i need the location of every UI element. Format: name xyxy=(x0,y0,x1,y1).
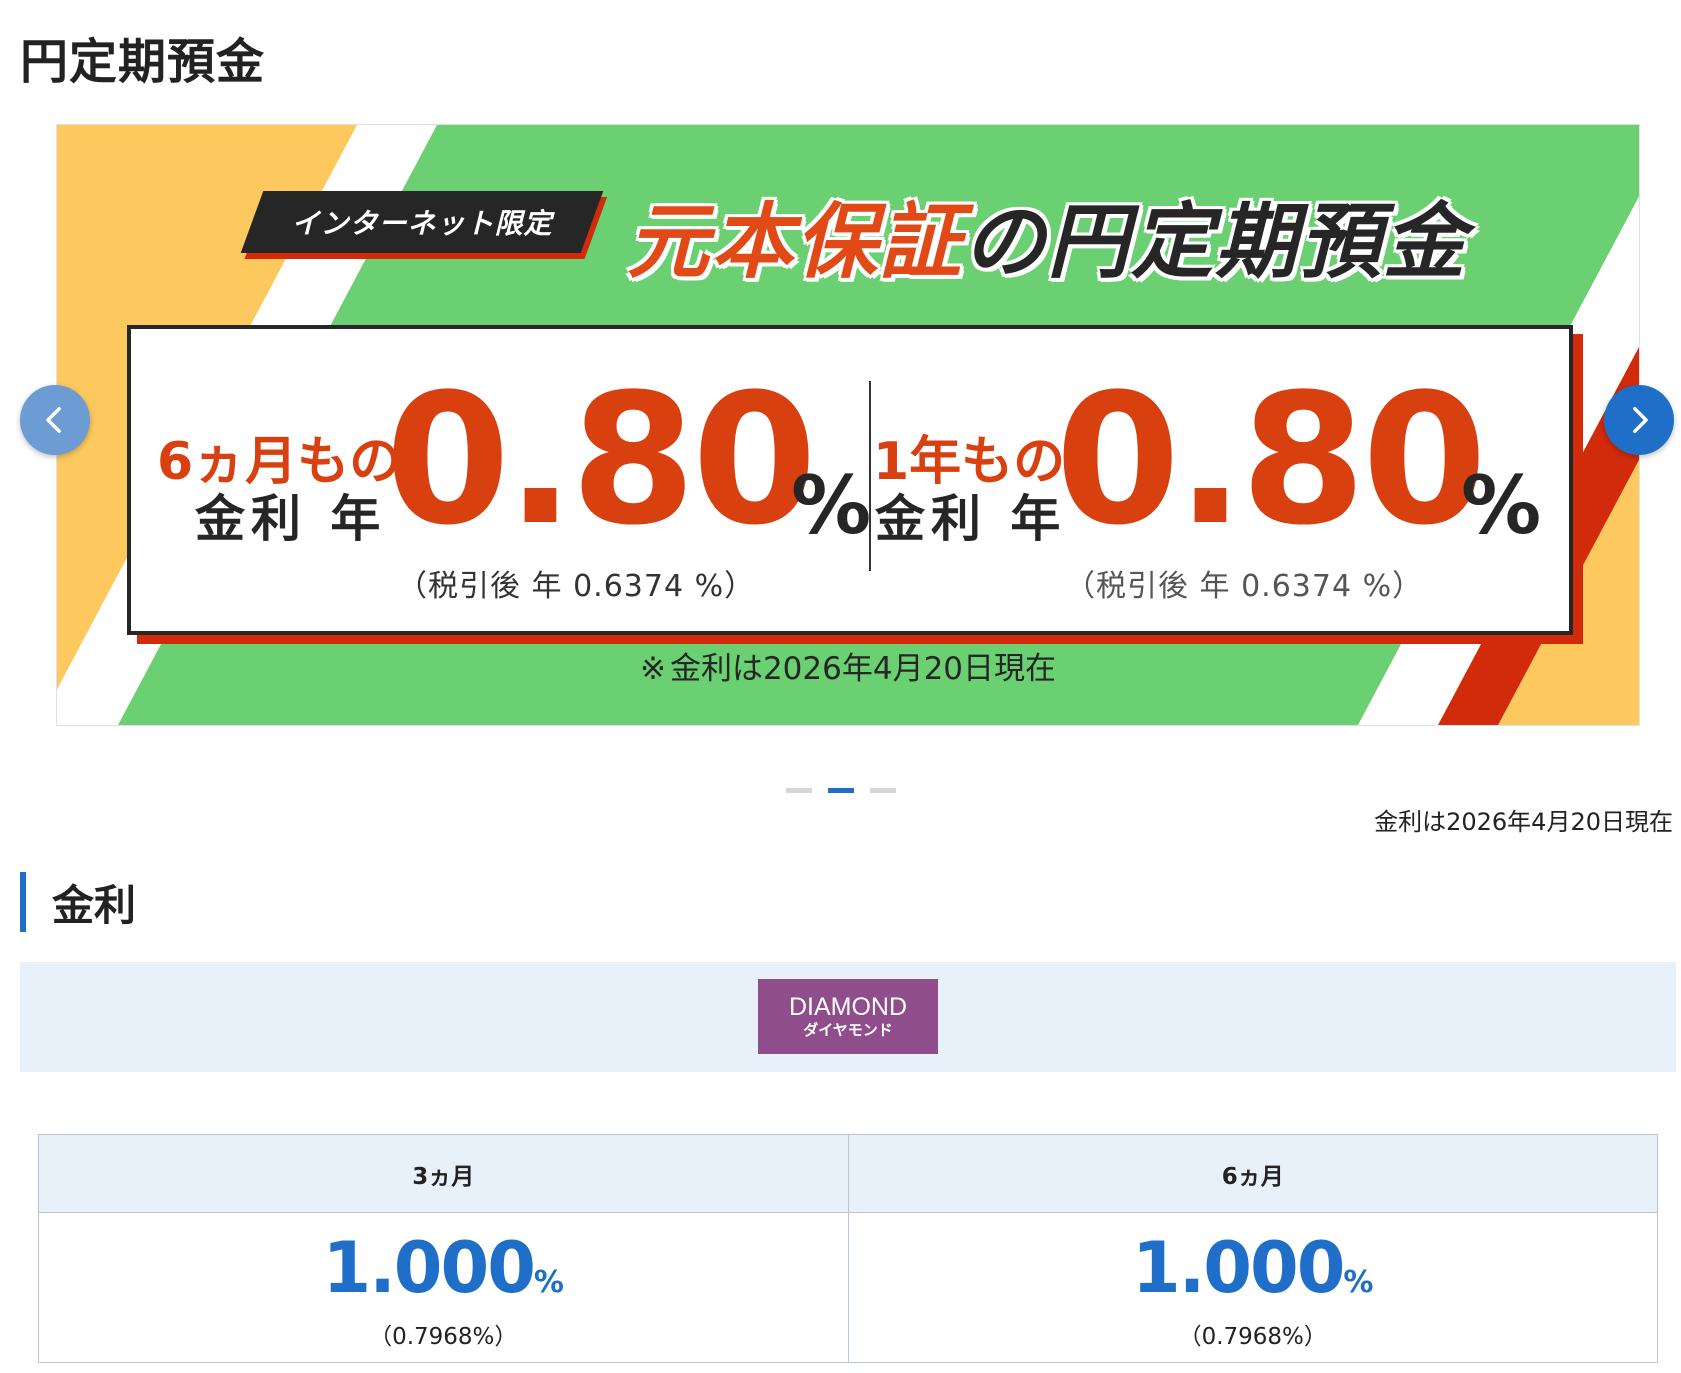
table-row: 1.000% （0.7968%） 1.000% （0.7968%） xyxy=(38,1212,1658,1363)
rate-value: 1.000 xyxy=(322,1227,536,1309)
header-6-months: 6ヵ月 xyxy=(847,1134,1658,1213)
diamond-plan-badge: DIAMOND ダイヤモンド xyxy=(758,979,938,1054)
chevron-left-icon xyxy=(46,406,61,434)
offer-rate-label: 金利 年 xyxy=(195,490,387,548)
offer-6-month: 6ヵ月もの 金利 年 0.80 % （税引後 年 0.6374 %） xyxy=(157,329,871,631)
header-3-months: 3ヵ月 xyxy=(38,1134,849,1213)
headline-yen-time-deposit: の円定期預金 xyxy=(963,195,1467,290)
chevron-right-icon xyxy=(1633,406,1648,434)
section-accent-bar xyxy=(20,872,26,932)
offer-after-tax: （税引後 年 0.6374 %） xyxy=(1065,569,1424,604)
rate-table-header-row: 3ヵ月 6ヵ月 xyxy=(38,1134,1658,1213)
offer-after-tax: （税引後 年 0.6374 %） xyxy=(397,569,756,604)
rate-cell-6-months: 1.000% （0.7968%） xyxy=(847,1212,1658,1363)
section-title: 金利 xyxy=(52,880,137,930)
carousel-prev-button[interactable] xyxy=(20,385,90,455)
note-mark: ※ xyxy=(639,651,666,687)
rate-after-tax: （0.7968%） xyxy=(369,1324,518,1350)
rate-value: 1.000 xyxy=(1132,1227,1345,1309)
promo-carousel: インターネット限定 元本保証の円定期預金 6ヵ月もの 金利 年 0.80 % （… xyxy=(0,120,1681,740)
promo-banner[interactable]: インターネット限定 元本保証の円定期預金 6ヵ月もの 金利 年 0.80 % （… xyxy=(56,124,1640,726)
internet-only-tag: インターネット限定 xyxy=(240,191,604,253)
plan-name-ja: ダイヤモンド xyxy=(803,1021,893,1039)
rate-table: 3ヵ月 6ヵ月 1.000% （0.7968%） 1.000% （0.7968%… xyxy=(38,1134,1658,1363)
banner-rate-note: ※ 金利は2026年4月20日現在 xyxy=(57,643,1639,688)
carousel-dot-2[interactable] xyxy=(827,788,854,793)
offer-rate-label: 金利 年 xyxy=(875,490,1067,548)
carousel-dot-3[interactable] xyxy=(869,788,896,793)
plan-band: DIAMOND ダイヤモンド xyxy=(20,962,1676,1072)
internet-only-tag-label: インターネット限定 xyxy=(291,207,553,240)
carousel-dot-1[interactable] xyxy=(785,788,812,793)
page-title: 円定期預金 xyxy=(20,34,266,90)
banner-note-text: 金利は2026年4月20日現在 xyxy=(669,651,1057,687)
offer-rate-unit: % xyxy=(791,459,872,552)
rate-after-tax: （0.7968%） xyxy=(1178,1324,1327,1350)
rate-cell-3-months: 1.000% （0.7968%） xyxy=(38,1212,849,1363)
carousel-pagination xyxy=(0,788,1681,793)
section-heading: 金利 xyxy=(20,872,136,932)
rate-as-of-date: 金利は2026年4月20日現在 xyxy=(1374,808,1673,836)
rate-box: 6ヵ月もの 金利 年 0.80 % （税引後 年 0.6374 %） 1年もの … xyxy=(127,325,1573,635)
offer-rate-unit: % xyxy=(1461,459,1542,552)
banner-headline: 元本保証の円定期預金 xyxy=(627,175,1467,294)
rate-unit: % xyxy=(1343,1265,1374,1300)
offer-rate-value: 0.80 xyxy=(1055,356,1487,565)
plan-name-en: DIAMOND xyxy=(788,993,908,1021)
carousel-next-button[interactable] xyxy=(1604,385,1674,455)
rate-unit: % xyxy=(533,1265,564,1300)
offer-1-year: 1年もの 金利 年 0.80 % （税引後 年 0.6374 %） xyxy=(865,329,1565,631)
headline-principal-guarantee: 元本保証 xyxy=(627,195,963,290)
offer-rate-value: 0.80 xyxy=(385,356,817,565)
